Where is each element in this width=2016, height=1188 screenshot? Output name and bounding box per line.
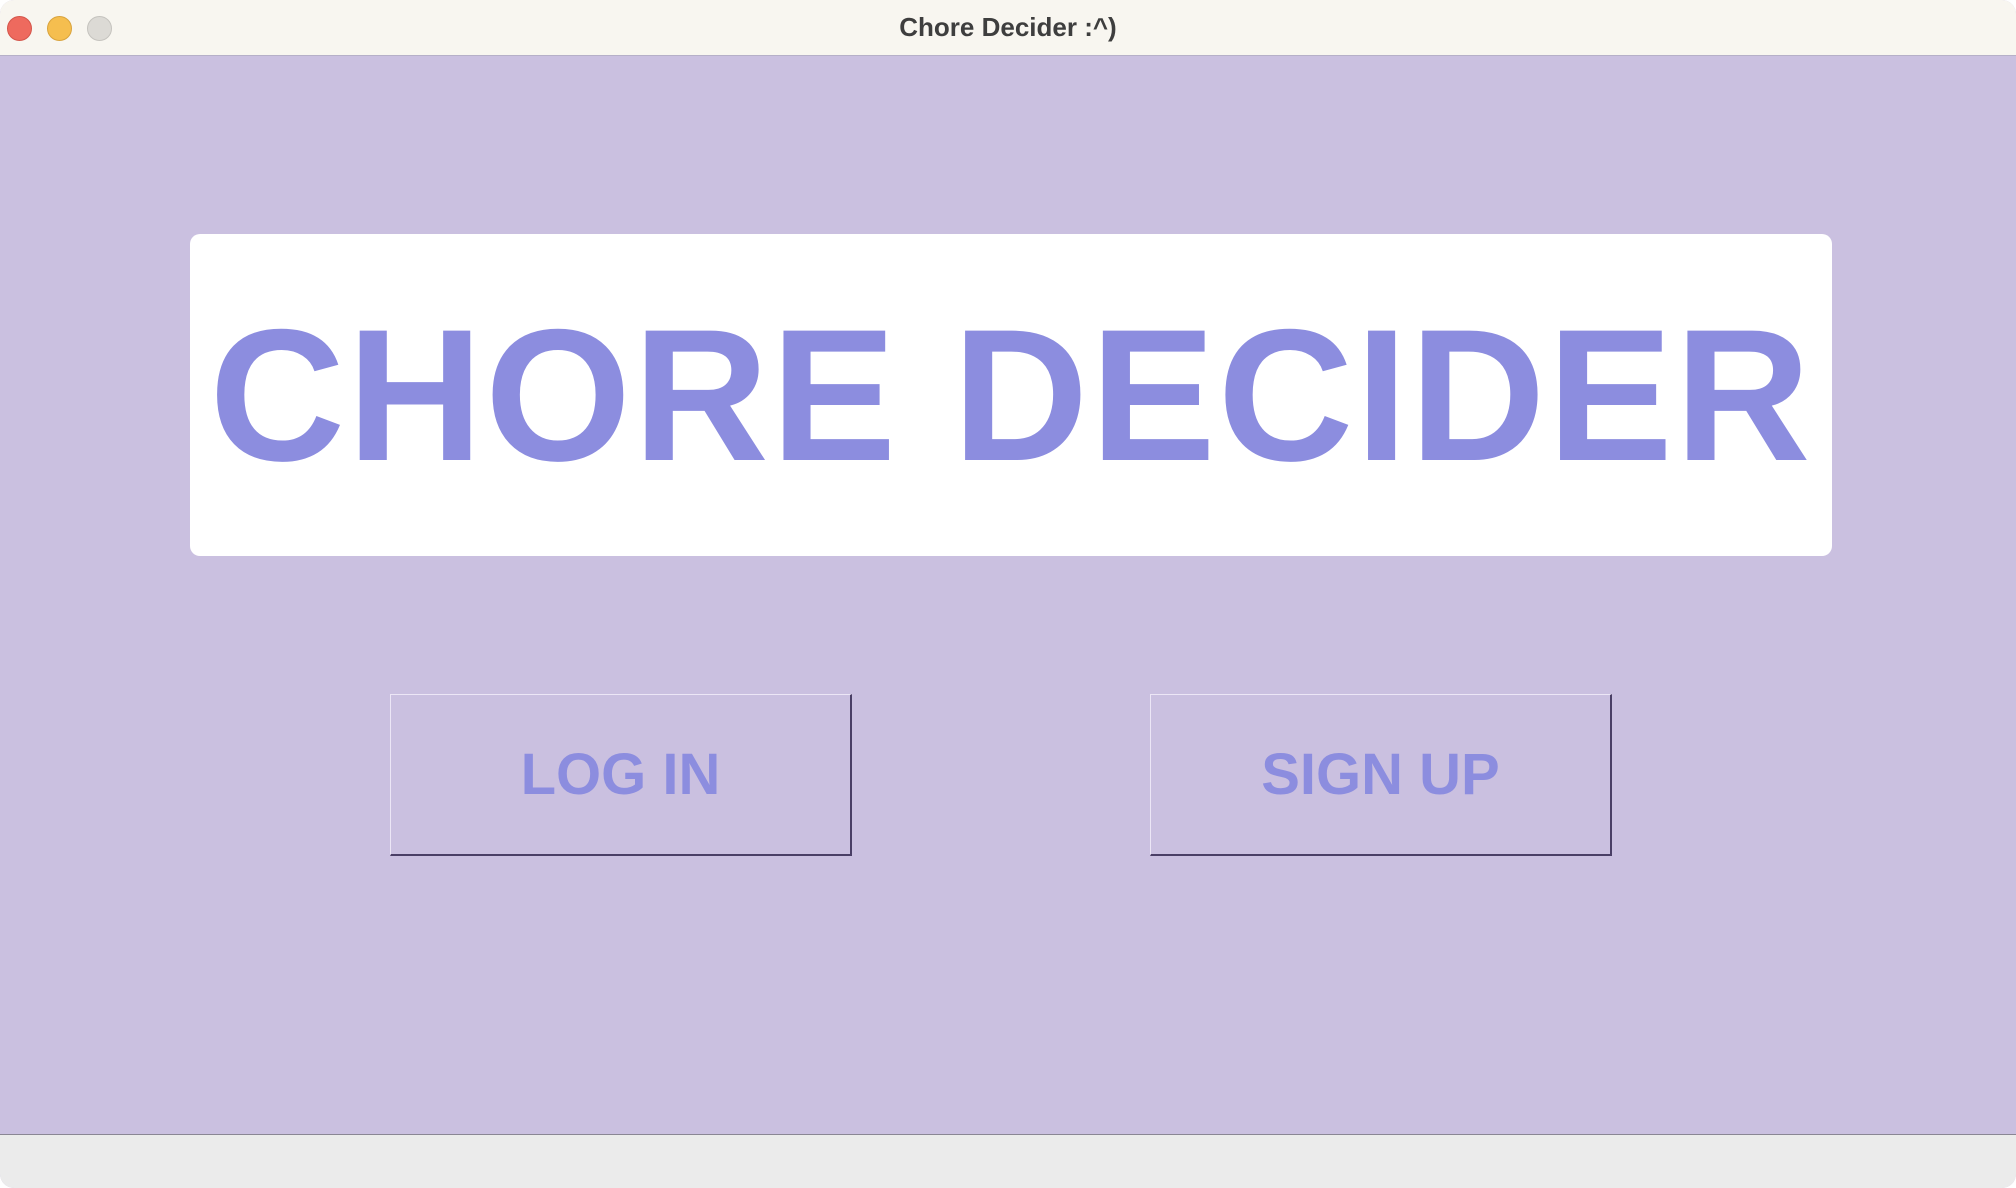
title-banner: CHORE DECIDER	[190, 234, 1832, 556]
sign-up-button[interactable]: SIGN UP	[1150, 694, 1612, 856]
maximize-window-icon[interactable]	[87, 16, 112, 41]
log-in-button[interactable]: LOG IN	[390, 694, 852, 856]
close-window-icon[interactable]	[7, 16, 32, 41]
app-window: Chore Decider :^) CHORE DECIDER LOG IN S…	[0, 0, 2016, 1188]
window-title: Chore Decider :^)	[899, 12, 1117, 42]
minimize-window-icon[interactable]	[47, 16, 72, 41]
bottom-bar	[0, 1134, 2016, 1188]
title-bar[interactable]: Chore Decider :^)	[0, 0, 2016, 56]
app-heading: CHORE DECIDER	[209, 290, 1813, 500]
